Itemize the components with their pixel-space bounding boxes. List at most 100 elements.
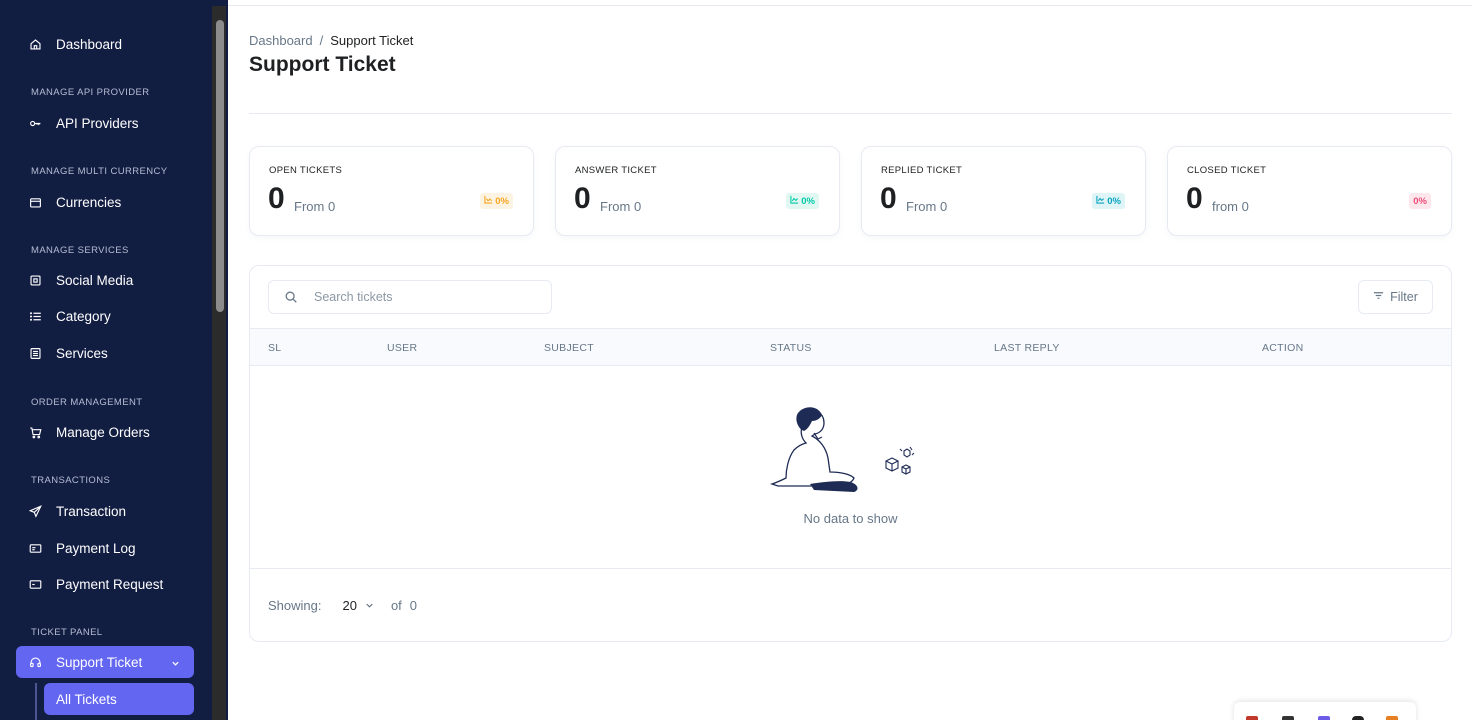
page-title: Support Ticket: [249, 53, 396, 76]
stat-from: From 0: [906, 199, 948, 214]
stat-card-open-tickets: OPEN TICKETS 0 From 0 0%: [249, 146, 534, 236]
breadcrumb-link-dashboard[interactable]: Dashboard: [249, 33, 313, 48]
stat-badge: 0%: [480, 193, 513, 209]
column-header-status[interactable]: STATUS: [770, 342, 812, 354]
document-list-icon: [28, 346, 42, 360]
sidebar-subitem-all-tickets[interactable]: All Tickets: [44, 683, 194, 715]
sidebar-item-support-ticket[interactable]: Support Ticket: [16, 646, 194, 678]
stat-badge-value: 0%: [801, 195, 815, 207]
sidebar-item-social-media[interactable]: Social Media: [16, 264, 194, 296]
sidebar-item-label: Manage Orders: [56, 424, 150, 440]
stat-from: from 0: [1212, 199, 1249, 214]
sidebar-item-label: Payment Log: [56, 540, 136, 556]
stat-label: REPLIED TICKET: [881, 165, 963, 176]
stat-badge: 0%: [1409, 193, 1431, 209]
sidebar-item-transaction[interactable]: Transaction: [16, 495, 194, 527]
sidebar-item-manage-orders[interactable]: Manage Orders: [16, 416, 194, 448]
home-icon: [28, 37, 42, 51]
sidebar-item-label: Category: [56, 308, 111, 324]
sidebar-item-label: API Providers: [56, 115, 139, 131]
stat-label: CLOSED TICKET: [1187, 165, 1267, 176]
filter-button[interactable]: Filter: [1358, 280, 1433, 314]
trend-icon: [1096, 195, 1105, 207]
of-label: of: [390, 598, 402, 613]
stat-badge: 0%: [786, 193, 819, 209]
stat-from: From 0: [294, 199, 336, 214]
cart-icon: [28, 425, 42, 439]
sidebar-item-label: Payment Request: [56, 576, 164, 592]
stat-badge-value: 0%: [1107, 195, 1121, 207]
sidebar-item-label: Support Ticket: [56, 654, 143, 670]
sidebar-item-label: Transaction: [56, 503, 127, 519]
sidebar-item-payment-log[interactable]: Payment Log: [16, 532, 194, 564]
sidebar-item-label: Currencies: [56, 194, 122, 210]
card-icon: [28, 541, 42, 555]
sidebar-item-label: Social Media: [56, 272, 134, 288]
headset-icon: [28, 655, 42, 669]
trend-icon: [484, 195, 493, 207]
stat-value: 0: [880, 182, 897, 215]
stat-value: 0: [268, 182, 285, 215]
column-header-last-reply[interactable]: LAST REPLY: [994, 342, 1060, 354]
stat-label: OPEN TICKETS: [269, 165, 343, 176]
send-icon: [28, 504, 42, 518]
stat-badge: 0%: [1092, 193, 1125, 209]
search-icon: [284, 290, 298, 304]
toolbar-icon[interactable]: [1352, 716, 1364, 720]
total-count: 0: [409, 598, 418, 613]
stat-value: 0: [574, 182, 591, 215]
sidebar-item-label: Dashboard: [56, 36, 123, 52]
tickets-table-card: Filter SL USER SUBJECT STATUS LAST REPLY…: [249, 265, 1452, 642]
column-header-sl[interactable]: SL: [268, 342, 281, 354]
toolbar-icon[interactable]: [1318, 716, 1330, 720]
main-content: Dashboard / Support Ticket Support Ticke…: [228, 0, 1472, 720]
list-icon: [28, 309, 42, 323]
sidebar-item-api-providers[interactable]: API Providers: [16, 107, 194, 139]
column-header-subject[interactable]: SUBJECT: [544, 342, 594, 354]
pagination: Showing: 20 of 0: [268, 598, 417, 613]
table-footer-divider: [250, 568, 1451, 569]
toolbar-icon[interactable]: [1386, 716, 1398, 720]
breadcrumb-separator: /: [319, 33, 324, 48]
search-input[interactable]: [314, 290, 534, 304]
showing-label: Showing:: [268, 598, 322, 613]
sidebar-item-services[interactable]: Services: [16, 337, 194, 369]
empty-state-text: No data to show: [803, 511, 898, 526]
filter-label: Filter: [1390, 290, 1418, 304]
sidebar: Dashboard MANAGE API PROVIDER API Provid…: [0, 0, 228, 720]
chevron-down-icon: [365, 598, 374, 613]
trend-icon: [790, 195, 799, 207]
toolbar-icon[interactable]: [1246, 716, 1258, 720]
stat-label: ANSWER TICKET: [575, 165, 657, 176]
page-size-select[interactable]: 20: [342, 598, 373, 613]
title-divider: [249, 113, 1452, 114]
sidebar-item-label: Services: [56, 345, 108, 361]
sidebar-section-label: MANAGE API PROVIDER: [31, 87, 150, 98]
column-header-action[interactable]: ACTION: [1262, 342, 1303, 354]
sidebar-scrollbar-thumb[interactable]: [216, 20, 224, 312]
page-size-value: 20: [342, 598, 357, 613]
breadcrumb: Dashboard / Support Ticket: [249, 33, 413, 48]
sidebar-section-label: ORDER MANAGEMENT: [31, 397, 143, 408]
empty-state-illustration: [769, 401, 920, 497]
square-dot-icon: [28, 273, 42, 287]
card-icon: [28, 577, 42, 591]
stat-card-closed-ticket: CLOSED TICKET 0 from 0 0%: [1167, 146, 1452, 236]
sidebar-section-label: TRANSACTIONS: [31, 475, 111, 486]
header-divider: [228, 5, 1472, 6]
sidebar-item-category[interactable]: Category: [16, 300, 194, 332]
stat-value: 0: [1186, 182, 1203, 215]
sidebar-item-dashboard[interactable]: Dashboard: [16, 28, 194, 60]
column-header-user[interactable]: USER: [387, 342, 417, 354]
sidebar-item-currencies[interactable]: Currencies: [16, 186, 194, 218]
stat-card-replied-ticket: REPLIED TICKET 0 From 0 0%: [861, 146, 1146, 236]
breadcrumb-current: Support Ticket: [330, 33, 414, 48]
wallet-icon: [28, 195, 42, 209]
stat-from: From 0: [600, 199, 642, 214]
sidebar-item-payment-request[interactable]: Payment Request: [16, 568, 194, 600]
toolbar-icon[interactable]: [1282, 716, 1294, 720]
filter-icon: [1373, 290, 1384, 304]
stat-card-answer-ticket: ANSWER TICKET 0 From 0 0%: [555, 146, 840, 236]
sidebar-nav: Dashboard MANAGE API PROVIDER API Provid…: [0, 0, 212, 720]
stat-badge-value: 0%: [495, 195, 509, 207]
